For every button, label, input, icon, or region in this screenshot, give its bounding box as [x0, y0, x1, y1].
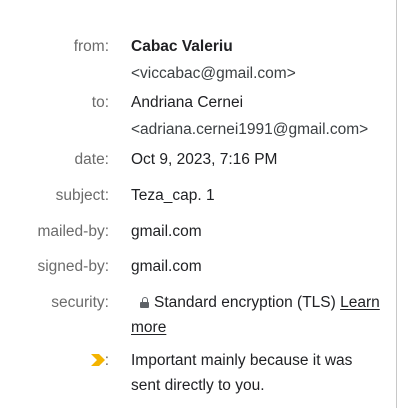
security-value: Standard encryption (TLS) Learn more — [131, 292, 396, 339]
mailed-by-label: mailed-by: — [37, 223, 110, 240]
importance-label: : — [90, 350, 109, 372]
importance-text-line-1: Important mainly because it was — [131, 352, 353, 369]
sender-name[interactable]: Cabac Valeriu — [131, 36, 389, 58]
learn-more-link-continued[interactable]: more — [131, 317, 166, 339]
sender-email[interactable]: <viccabac@gmail.com> — [131, 63, 389, 85]
learn-more-link[interactable]: Learn — [340, 294, 380, 311]
mailed-by-text: gmail.com — [131, 223, 202, 240]
importance-marker-icon — [90, 354, 105, 366]
subject-label: subject: — [55, 187, 109, 204]
importance-text-line-2: sent directly to you. — [131, 377, 265, 394]
date-label: date: — [74, 151, 109, 168]
date-text: Oct 9, 2023, 7:16 PM — [131, 151, 278, 168]
email-details-panel: from: Cabac Valeriu <viccabac@gmail.com>… — [0, 0, 397, 408]
subject-value: Teza_cap. 1 — [131, 185, 389, 207]
security-line: Standard encryption (TLS) Learn — [131, 292, 396, 314]
importance-value: Important mainly because it was sent dir… — [131, 350, 389, 397]
subject-text: Teza_cap. 1 — [131, 187, 215, 204]
lock-icon — [140, 297, 149, 308]
security-label: security: — [51, 294, 109, 311]
recipient-name[interactable]: Andriana Cernei — [131, 92, 389, 114]
date-value: Oct 9, 2023, 7:16 PM — [131, 149, 389, 171]
from-value: Cabac Valeriu <viccabac@gmail.com> — [131, 36, 389, 85]
importance-colon: : — [104, 352, 109, 369]
signed-by-label: signed-by: — [37, 258, 109, 275]
signed-by-text: gmail.com — [131, 258, 202, 275]
to-value: Andriana Cernei <adriana.cernei1991@gmai… — [131, 92, 389, 141]
mailed-by-value: gmail.com — [131, 221, 389, 243]
from-label: from: — [73, 38, 109, 55]
to-label: to: — [91, 94, 109, 111]
recipient-email[interactable]: <adriana.cernei1991@gmail.com> — [131, 119, 389, 141]
security-text: Standard encryption (TLS) — [154, 294, 336, 311]
signed-by-value: gmail.com — [131, 256, 389, 278]
